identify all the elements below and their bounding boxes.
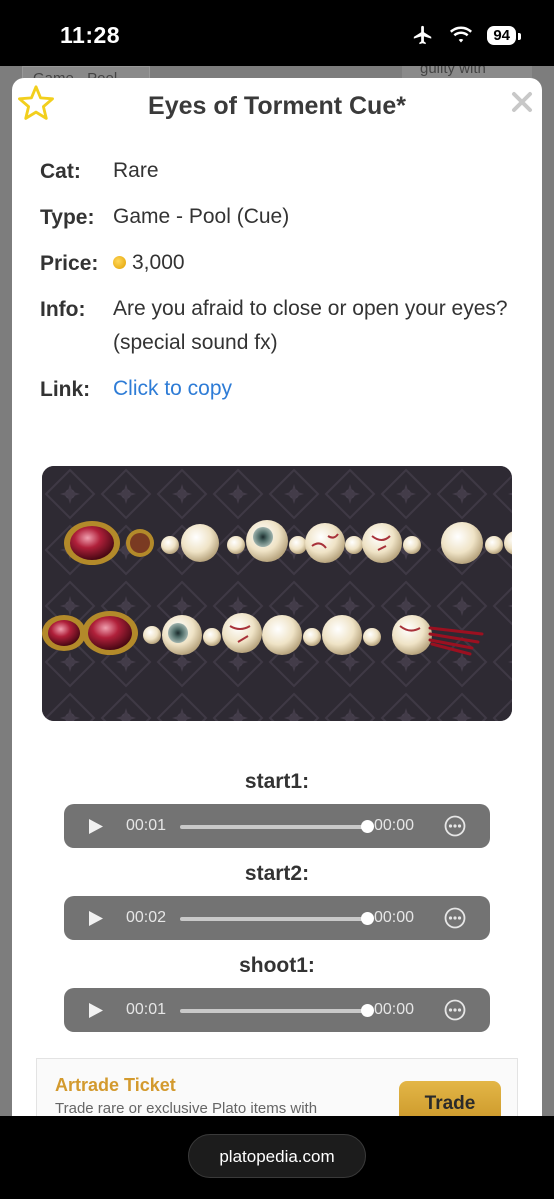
current-time: 00:02 [126, 909, 167, 926]
audio-start1: start1: 00:01 00:00 [64, 770, 490, 848]
audio-start2: start2: 00:02 00:00 [64, 862, 490, 940]
play-icon[interactable] [88, 818, 104, 835]
item-modal: Eyes of Torment Cue* Cat: Rare Type: Gam… [12, 78, 542, 1118]
audio-label: shoot1: [239, 954, 315, 977]
info-value: Are you afraid to close or open your eye… [113, 297, 508, 354]
browser-bottom-bar: platopedia.com [0, 1116, 554, 1199]
play-icon[interactable] [88, 910, 104, 927]
price-value-wrap: 3,000 [113, 246, 185, 280]
cue-image [42, 466, 512, 721]
copy-link[interactable]: Click to copy [113, 372, 232, 406]
background-text-right: guilty with [420, 66, 486, 77]
link-row: Link: Click to copy [40, 377, 510, 406]
close-icon[interactable] [510, 90, 534, 114]
artrade-ad: Artrade Ticket Trade rare or exclusive P… [36, 1058, 518, 1118]
battery-indicator: 94 [487, 25, 521, 45]
seek-thumb[interactable] [361, 820, 374, 833]
url-bar[interactable]: platopedia.com [188, 1134, 366, 1178]
more-options-icon[interactable] [444, 999, 466, 1021]
price-label: Price: [40, 252, 99, 275]
seek-bar[interactable] [180, 825, 366, 829]
price-row: Price: 3,000 [40, 251, 510, 280]
end-time: 00:00 [374, 909, 415, 926]
play-icon[interactable] [88, 1002, 104, 1019]
cat-value: Rare [113, 159, 159, 182]
item-details: Cat: Rare Type: Game - Pool (Cue) Price:… [40, 159, 510, 424]
status-icons: 94 [411, 24, 521, 46]
audio-label: start1: [244, 770, 310, 793]
audio-player: 00:01 00:00 [64, 804, 490, 848]
audio-player: 00:01 00:00 [64, 988, 490, 1032]
more-options-icon[interactable] [444, 907, 466, 929]
end-time: 00:00 [374, 817, 415, 834]
cat-row: Cat: Rare [40, 159, 510, 188]
wifi-icon [450, 26, 473, 43]
seek-bar[interactable] [180, 1009, 366, 1013]
status-bar: 11:28 94 [0, 0, 554, 70]
status-time: 11:28 [60, 22, 121, 48]
link-label: Link: [40, 378, 91, 401]
trade-button[interactable]: Trade [399, 1081, 501, 1118]
info-row: Info: Are you afraid to close or open yo… [40, 297, 510, 360]
coin-icon [113, 255, 126, 269]
price-value: 3,000 [132, 251, 185, 274]
airplane-icon [414, 25, 432, 45]
current-time: 00:01 [126, 1001, 167, 1018]
item-title: Eyes of Torment Cue* [148, 92, 406, 120]
audio-player: 00:02 00:00 [64, 896, 490, 940]
seek-thumb[interactable] [361, 912, 374, 925]
ad-subtitle: Trade rare or exclusive Plato items with [55, 1100, 318, 1117]
type-row: Type: Game - Pool (Cue) [40, 205, 510, 234]
info-label: Info: [40, 298, 86, 321]
cue-illustration [42, 466, 512, 721]
audio-label: start2: [244, 862, 310, 885]
seek-bar[interactable] [180, 917, 366, 921]
more-options-icon[interactable] [444, 815, 466, 837]
type-label: Type: [40, 206, 95, 229]
cat-label: Cat: [40, 160, 81, 183]
end-time: 00:00 [374, 1001, 415, 1018]
seek-thumb[interactable] [361, 1004, 374, 1017]
current-time: 00:01 [126, 817, 167, 834]
audio-shoot1: shoot1: 00:01 00:00 [64, 954, 490, 1032]
type-value: Game - Pool (Cue) [113, 205, 290, 228]
ad-title: Artrade Ticket [55, 1075, 176, 1095]
